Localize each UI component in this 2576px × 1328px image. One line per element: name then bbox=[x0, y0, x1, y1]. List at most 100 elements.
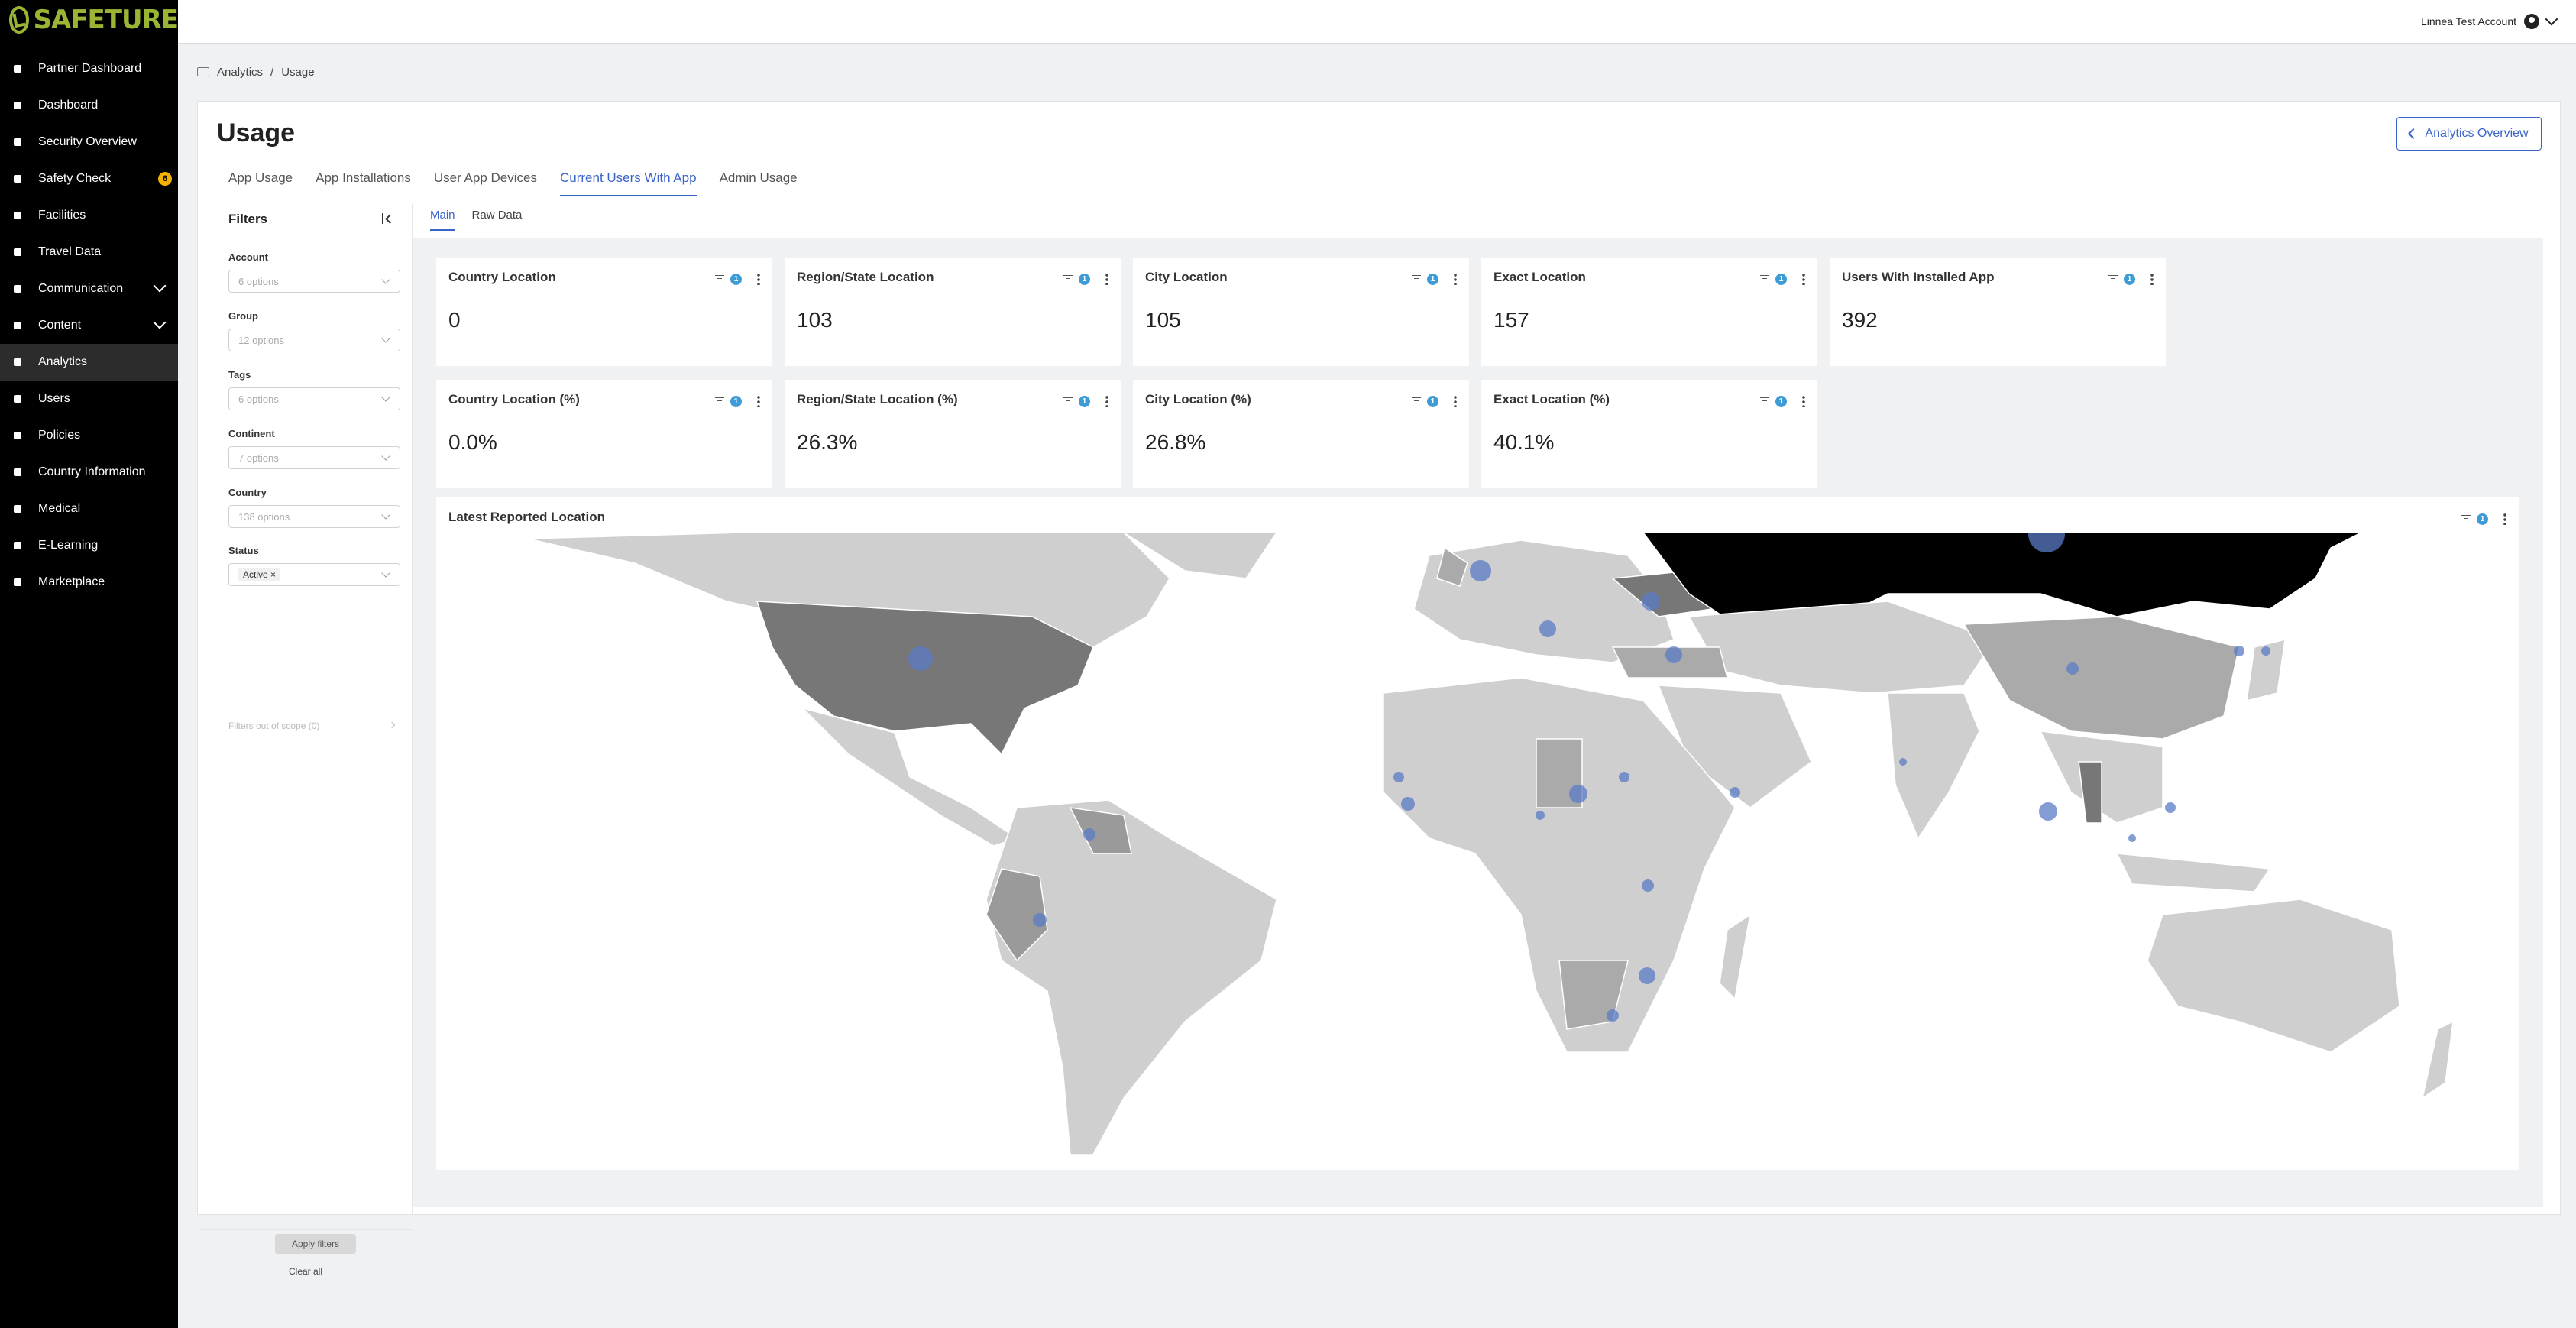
more-options-icon[interactable] bbox=[2150, 273, 2154, 285]
account-name[interactable]: Linnea Test Account bbox=[2421, 15, 2516, 28]
page-title: Usage bbox=[217, 118, 296, 147]
sidebar-item-analytics[interactable]: Analytics bbox=[0, 344, 178, 381]
collapse-panel-icon[interactable] bbox=[382, 213, 396, 224]
tab-app-installations[interactable]: App Installations bbox=[316, 170, 411, 196]
bubble-lesotho bbox=[1607, 1009, 1619, 1022]
more-options-icon[interactable] bbox=[1105, 273, 1108, 285]
subtab-main[interactable]: Main bbox=[430, 209, 455, 231]
more-options-icon[interactable] bbox=[2503, 513, 2506, 525]
status-select[interactable]: Active × bbox=[228, 563, 400, 586]
filter-icon[interactable] bbox=[1063, 397, 1073, 405]
more-options-icon[interactable] bbox=[1802, 273, 1805, 285]
filter-count-badge[interactable]: 1 bbox=[1427, 273, 1438, 285]
filter-icon[interactable] bbox=[715, 397, 724, 405]
sidebar-item-travel-data[interactable]: Travel Data bbox=[0, 234, 178, 270]
subtab-raw-data[interactable]: Raw Data bbox=[472, 209, 523, 231]
more-options-icon[interactable] bbox=[757, 273, 760, 285]
filter-count-badge[interactable]: 1 bbox=[1079, 273, 1090, 285]
filter-count-badge[interactable]: 1 bbox=[1775, 273, 1787, 285]
brand-logo[interactable]: SAFETURE bbox=[0, 0, 179, 40]
globe-icon bbox=[12, 137, 23, 147]
sidebar-item-communication[interactable]: Communication bbox=[0, 270, 178, 307]
card-exact-location: Exact Location 1 157 bbox=[1481, 258, 1817, 366]
filter-icon[interactable] bbox=[1760, 275, 1769, 283]
analytics-overview-button[interactable]: Analytics Overview bbox=[2396, 117, 2542, 151]
bubble-chad bbox=[1569, 785, 1587, 803]
sidebar-item-policies[interactable]: Policies bbox=[0, 417, 178, 454]
group-select[interactable]: 12 options bbox=[228, 329, 400, 351]
filters-out-of-scope[interactable]: Filters out of scope (0) bbox=[228, 721, 319, 731]
dashboard-grid: Country Location 1 0 Region/State Locati… bbox=[413, 238, 2543, 1207]
bubble-venezuela bbox=[1083, 828, 1095, 841]
remove-tag-icon[interactable]: × bbox=[270, 569, 276, 580]
sidebar-item-medical[interactable]: Medical bbox=[0, 491, 178, 527]
chevron-down-icon[interactable] bbox=[2545, 12, 2558, 26]
sidebar-item-safety-check[interactable]: Safety Check 6 bbox=[0, 160, 178, 197]
bubble-senegal bbox=[1393, 772, 1404, 782]
sidebar-item-country-information[interactable]: Country Information bbox=[0, 454, 178, 491]
filter-count-badge[interactable]: 1 bbox=[1427, 395, 1438, 407]
pencil-icon bbox=[12, 320, 23, 331]
plane-icon bbox=[12, 247, 23, 258]
filter-icon[interactable] bbox=[1412, 275, 1421, 283]
filter-count-badge[interactable]: 1 bbox=[730, 395, 742, 407]
filters-title: Filters bbox=[228, 212, 268, 226]
filter-count-badge[interactable]: 1 bbox=[2477, 513, 2488, 525]
apply-filters-button[interactable]: Apply filters bbox=[275, 1234, 356, 1254]
filter-icon[interactable] bbox=[1063, 275, 1073, 283]
filter-icon[interactable] bbox=[715, 275, 724, 283]
bubble-sudan bbox=[1619, 772, 1629, 782]
bubble-ukraine bbox=[1642, 592, 1660, 611]
status-tag[interactable]: Active × bbox=[238, 568, 281, 581]
clear-all-button[interactable]: Clear all bbox=[199, 1266, 413, 1277]
world-map[interactable] bbox=[436, 533, 2519, 1155]
region-madagascar bbox=[1719, 913, 1752, 1000]
filter-icon[interactable] bbox=[1760, 397, 1769, 405]
filter-account: Account 6 options bbox=[228, 251, 400, 293]
card-region-state-location: Region/State Location 1 103 bbox=[785, 258, 1121, 366]
sidebar-item-dashboard[interactable]: Dashboard bbox=[0, 87, 178, 124]
tab-user-app-devices[interactable]: User App Devices bbox=[434, 170, 537, 196]
sidebar-item-content[interactable]: Content bbox=[0, 307, 178, 344]
card-value: 0.0% bbox=[448, 430, 497, 454]
continent-select[interactable]: 7 options bbox=[228, 446, 400, 469]
filter-icon[interactable] bbox=[2108, 275, 2118, 283]
sidebar-item-security-overview[interactable]: Security Overview bbox=[0, 124, 178, 160]
more-options-icon[interactable] bbox=[1105, 395, 1108, 407]
puzzle-icon bbox=[12, 577, 23, 588]
breadcrumb-analytics[interactable]: Analytics bbox=[217, 66, 263, 79]
filter-count-badge[interactable]: 1 bbox=[1775, 395, 1787, 407]
bubble-turkey bbox=[1665, 646, 1682, 663]
user-icon bbox=[12, 394, 23, 404]
user-avatar-icon[interactable] bbox=[2524, 14, 2539, 29]
card-value: 26.8% bbox=[1145, 430, 1206, 454]
sidebar-item-partner-dashboard[interactable]: Partner Dashboard bbox=[0, 50, 178, 87]
sidebar-item-marketplace[interactable]: Marketplace bbox=[0, 564, 178, 601]
account-select[interactable]: 6 options bbox=[228, 270, 400, 293]
filter-count-badge[interactable]: 1 bbox=[1079, 395, 1090, 407]
country-select[interactable]: 138 options bbox=[228, 505, 400, 528]
tab-app-usage[interactable]: App Usage bbox=[228, 170, 293, 196]
more-options-icon[interactable] bbox=[1454, 395, 1457, 407]
more-options-icon[interactable] bbox=[1802, 395, 1805, 407]
tab-current-users-with-app[interactable]: Current Users With App bbox=[560, 170, 697, 196]
more-options-icon[interactable] bbox=[1454, 273, 1457, 285]
filter-country: Country 138 options bbox=[228, 487, 400, 528]
sidebar-item-e-learning[interactable]: E-Learning bbox=[0, 527, 178, 564]
sidebar-item-facilities[interactable]: Facilities bbox=[0, 197, 178, 234]
bubble-usa bbox=[908, 646, 933, 671]
filter-count-badge[interactable]: 1 bbox=[730, 273, 742, 285]
region-usa bbox=[756, 601, 1094, 756]
tab-admin-usage[interactable]: Admin Usage bbox=[720, 170, 798, 196]
sidebar-item-users[interactable]: Users bbox=[0, 381, 178, 417]
card-city-location-pct: City Location (%) 1 26.8% bbox=[1133, 380, 1469, 488]
bubble-korea bbox=[2234, 646, 2244, 656]
sidebar: SAFETURE Partner Dashboard Dashboard Sec… bbox=[0, 0, 179, 1328]
filter-icon[interactable] bbox=[2461, 515, 2471, 523]
more-options-icon[interactable] bbox=[757, 395, 760, 407]
tags-select[interactable]: 6 options bbox=[228, 387, 400, 410]
card-value: 392 bbox=[1842, 308, 1878, 332]
filter-count-badge[interactable]: 1 bbox=[2124, 273, 2135, 285]
region-australia bbox=[2147, 899, 2400, 1053]
filter-icon[interactable] bbox=[1412, 397, 1421, 405]
